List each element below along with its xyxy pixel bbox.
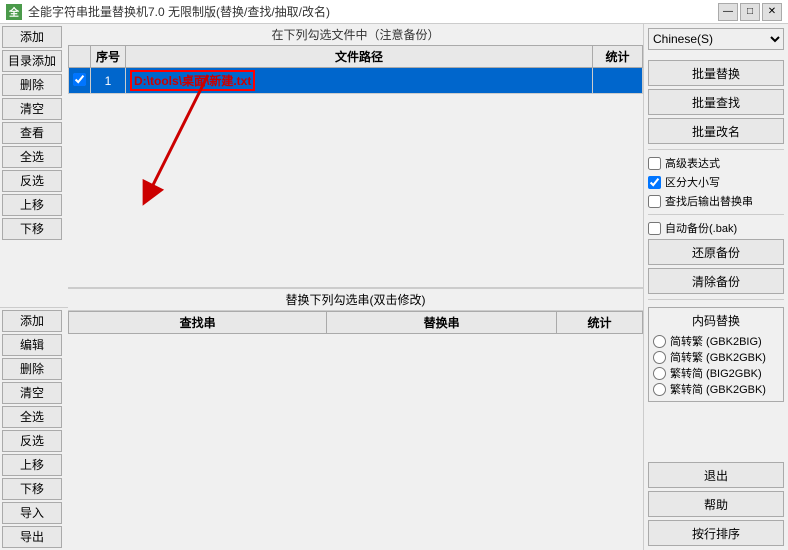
left-bottom-btn-4[interactable]: 全选 [2,406,62,428]
app-icon: 全 [6,4,22,20]
batch-rename-button[interactable]: 批量改名 [648,118,784,144]
separator-1 [648,149,784,150]
radio-gbk2gbk-label: 简转繁 (GBK2GBK) [670,349,766,365]
left-bottom-btn-7[interactable]: 下移 [2,478,62,500]
row-checkbox-cell [69,68,91,94]
replace-table: 查找串 替换串 统计 [68,311,643,334]
top-section-label: 在下列勾选文件中（注意备份） [68,24,643,45]
left-bottom-btn-0[interactable]: 添加 [2,310,62,332]
radio-big2gbk-label: 繁转简 (BIG2GBK) [670,365,762,381]
col-stat2: 统计 [556,311,642,333]
output-replace-checkbox[interactable] [648,195,661,208]
app-title: 全能字符串批量替换机7.0 无限制版(替换/查找/抽取/改名) [28,3,330,20]
left-bottom-btn-3[interactable]: 清空 [2,382,62,404]
maximize-button[interactable]: □ [740,3,760,21]
close-button[interactable]: ✕ [762,3,782,21]
left-bottom-btn-5[interactable]: 反选 [2,430,62,452]
col-seq: 序号 [91,46,126,68]
radio-big2gbk: 繁转简 (BIG2GBK) [653,365,779,381]
file-table-row[interactable]: 1 D:\tools\桌面\新建.txt [69,68,643,94]
cursor-icon: ↖ [146,183,158,200]
left-bottom-buttons: 添加编辑删除清空全选反选上移下移导入导出 [0,308,68,550]
row-seq: 1 [91,68,126,94]
auto-backup-label: 自动备份(.bak) [665,220,737,236]
output-replace-label: 查找后输出替换串 [665,193,753,209]
encode-title: 内码替换 [653,312,779,329]
left-bottom-btn-1[interactable]: 编辑 [2,334,62,356]
left-top-btn-8[interactable]: 下移 [2,218,62,240]
radio-gbk2gbk2-input[interactable] [653,383,666,396]
left-top-btn-0[interactable]: 添加 [2,26,62,48]
col-replace: 替换串 [327,311,557,333]
advanced-expr-label: 高级表达式 [665,155,720,171]
radio-gbk2gbk2-label: 繁转简 (GBK2GBK) [670,381,766,397]
right-column: Chinese(S) Chinese(T) English Japanese 批… [643,24,788,550]
file-path-text: D:\tools\桌面\新建.txt [130,70,255,91]
left-column: 添加目录添加删除清空查看全选反选上移下移 添加编辑删除清空全选反选上移下移导入导… [0,24,68,550]
top-area: 在下列勾选文件中（注意备份） 序号 文件路径 统计 1 [68,24,643,288]
left-top-btn-1[interactable]: 目录添加 [2,50,62,72]
bottom-section-label: 替换下列勾选串(双击修改) [68,288,643,311]
batch-find-button[interactable]: 批量查找 [648,89,784,115]
radio-gbk2big-label: 简转繁 (GBK2BIG) [670,333,762,349]
restore-backup-button[interactable]: 还原备份 [648,239,784,265]
checkbox-backup: 自动备份(.bak) [648,220,784,236]
row-path: D:\tools\桌面\新建.txt [126,68,593,94]
auto-backup-checkbox[interactable] [648,222,661,235]
separator-3 [648,299,784,300]
batch-replace-button[interactable]: 批量替换 [648,60,784,86]
radio-big2gbk-input[interactable] [653,367,666,380]
minimize-button[interactable]: — [718,3,738,21]
row-checkbox[interactable] [73,73,86,86]
radio-gbk2gbk-input[interactable] [653,351,666,364]
replace-table-wrapper: 查找串 替换串 统计 [68,311,643,550]
case-sensitive-checkbox[interactable] [648,176,661,189]
file-table-wrapper: 序号 文件路径 统计 1 D:\tools\桌面\新建.txt [68,45,643,287]
left-top-buttons: 添加目录添加删除清空查看全选反选上移下移 [0,24,68,242]
title-bar: 全 全能字符串批量替换机7.0 无限制版(替换/查找/抽取/改名) — □ ✕ [0,0,788,24]
left-bottom-btn-9[interactable]: 导出 [2,526,62,548]
col-search: 查找串 [69,311,327,333]
file-table: 序号 文件路径 统计 1 D:\tools\桌面\新建.txt [68,45,643,94]
help-button[interactable]: 帮助 [648,491,784,517]
left-bottom-btn-8[interactable]: 导入 [2,502,62,524]
col-stat: 统计 [593,46,643,68]
app-body: 添加目录添加删除清空查看全选反选上移下移 添加编辑删除清空全选反选上移下移导入导… [0,24,788,550]
left-top-btn-4[interactable]: 查看 [2,122,62,144]
case-sensitive-label: 区分大小写 [665,174,720,190]
row-stat [593,68,643,94]
radio-gbk2gbk2: 繁转简 (GBK2GBK) [653,381,779,397]
left-top-btn-7[interactable]: 上移 [2,194,62,216]
sort-by-row-button[interactable]: 按行排序 [648,520,784,546]
radio-gbk2gbk: 简转繁 (GBK2GBK) [653,349,779,365]
bottom-area: 替换下列勾选串(双击修改) 查找串 替换串 统计 [68,288,643,550]
radio-gbk2big: 简转繁 (GBK2BIG) [653,333,779,349]
exit-button[interactable]: 退出 [648,462,784,488]
arrow-indicator [128,65,328,265]
col-check [69,46,91,68]
clear-backup-button[interactable]: 清除备份 [648,268,784,294]
left-bottom-btn-2[interactable]: 删除 [2,358,62,380]
left-bottom-btn-6[interactable]: 上移 [2,454,62,476]
mid-column: 在下列勾选文件中（注意备份） 序号 文件路径 统计 1 [68,24,643,550]
title-bar-left: 全 全能字符串批量替换机7.0 无限制版(替换/查找/抽取/改名) [6,3,330,20]
left-top-btn-5[interactable]: 全选 [2,146,62,168]
language-select[interactable]: Chinese(S) Chinese(T) English Japanese [648,28,784,50]
left-top-btn-3[interactable]: 清空 [2,98,62,120]
checkbox-output: 查找后输出替换串 [648,193,784,209]
col-path: 文件路径 [126,46,593,68]
separator-2 [648,214,784,215]
left-top-btn-2[interactable]: 删除 [2,74,62,96]
encode-section: 内码替换 简转繁 (GBK2BIG) 简转繁 (GBK2GBK) 繁转简 (BI… [648,307,784,402]
radio-gbk2big-input[interactable] [653,335,666,348]
checkbox-case: 区分大小写 [648,174,784,190]
checkbox-advanced: 高级表达式 [648,155,784,171]
left-top-btn-6[interactable]: 反选 [2,170,62,192]
title-bar-controls: — □ ✕ [718,3,782,21]
advanced-expr-checkbox[interactable] [648,157,661,170]
